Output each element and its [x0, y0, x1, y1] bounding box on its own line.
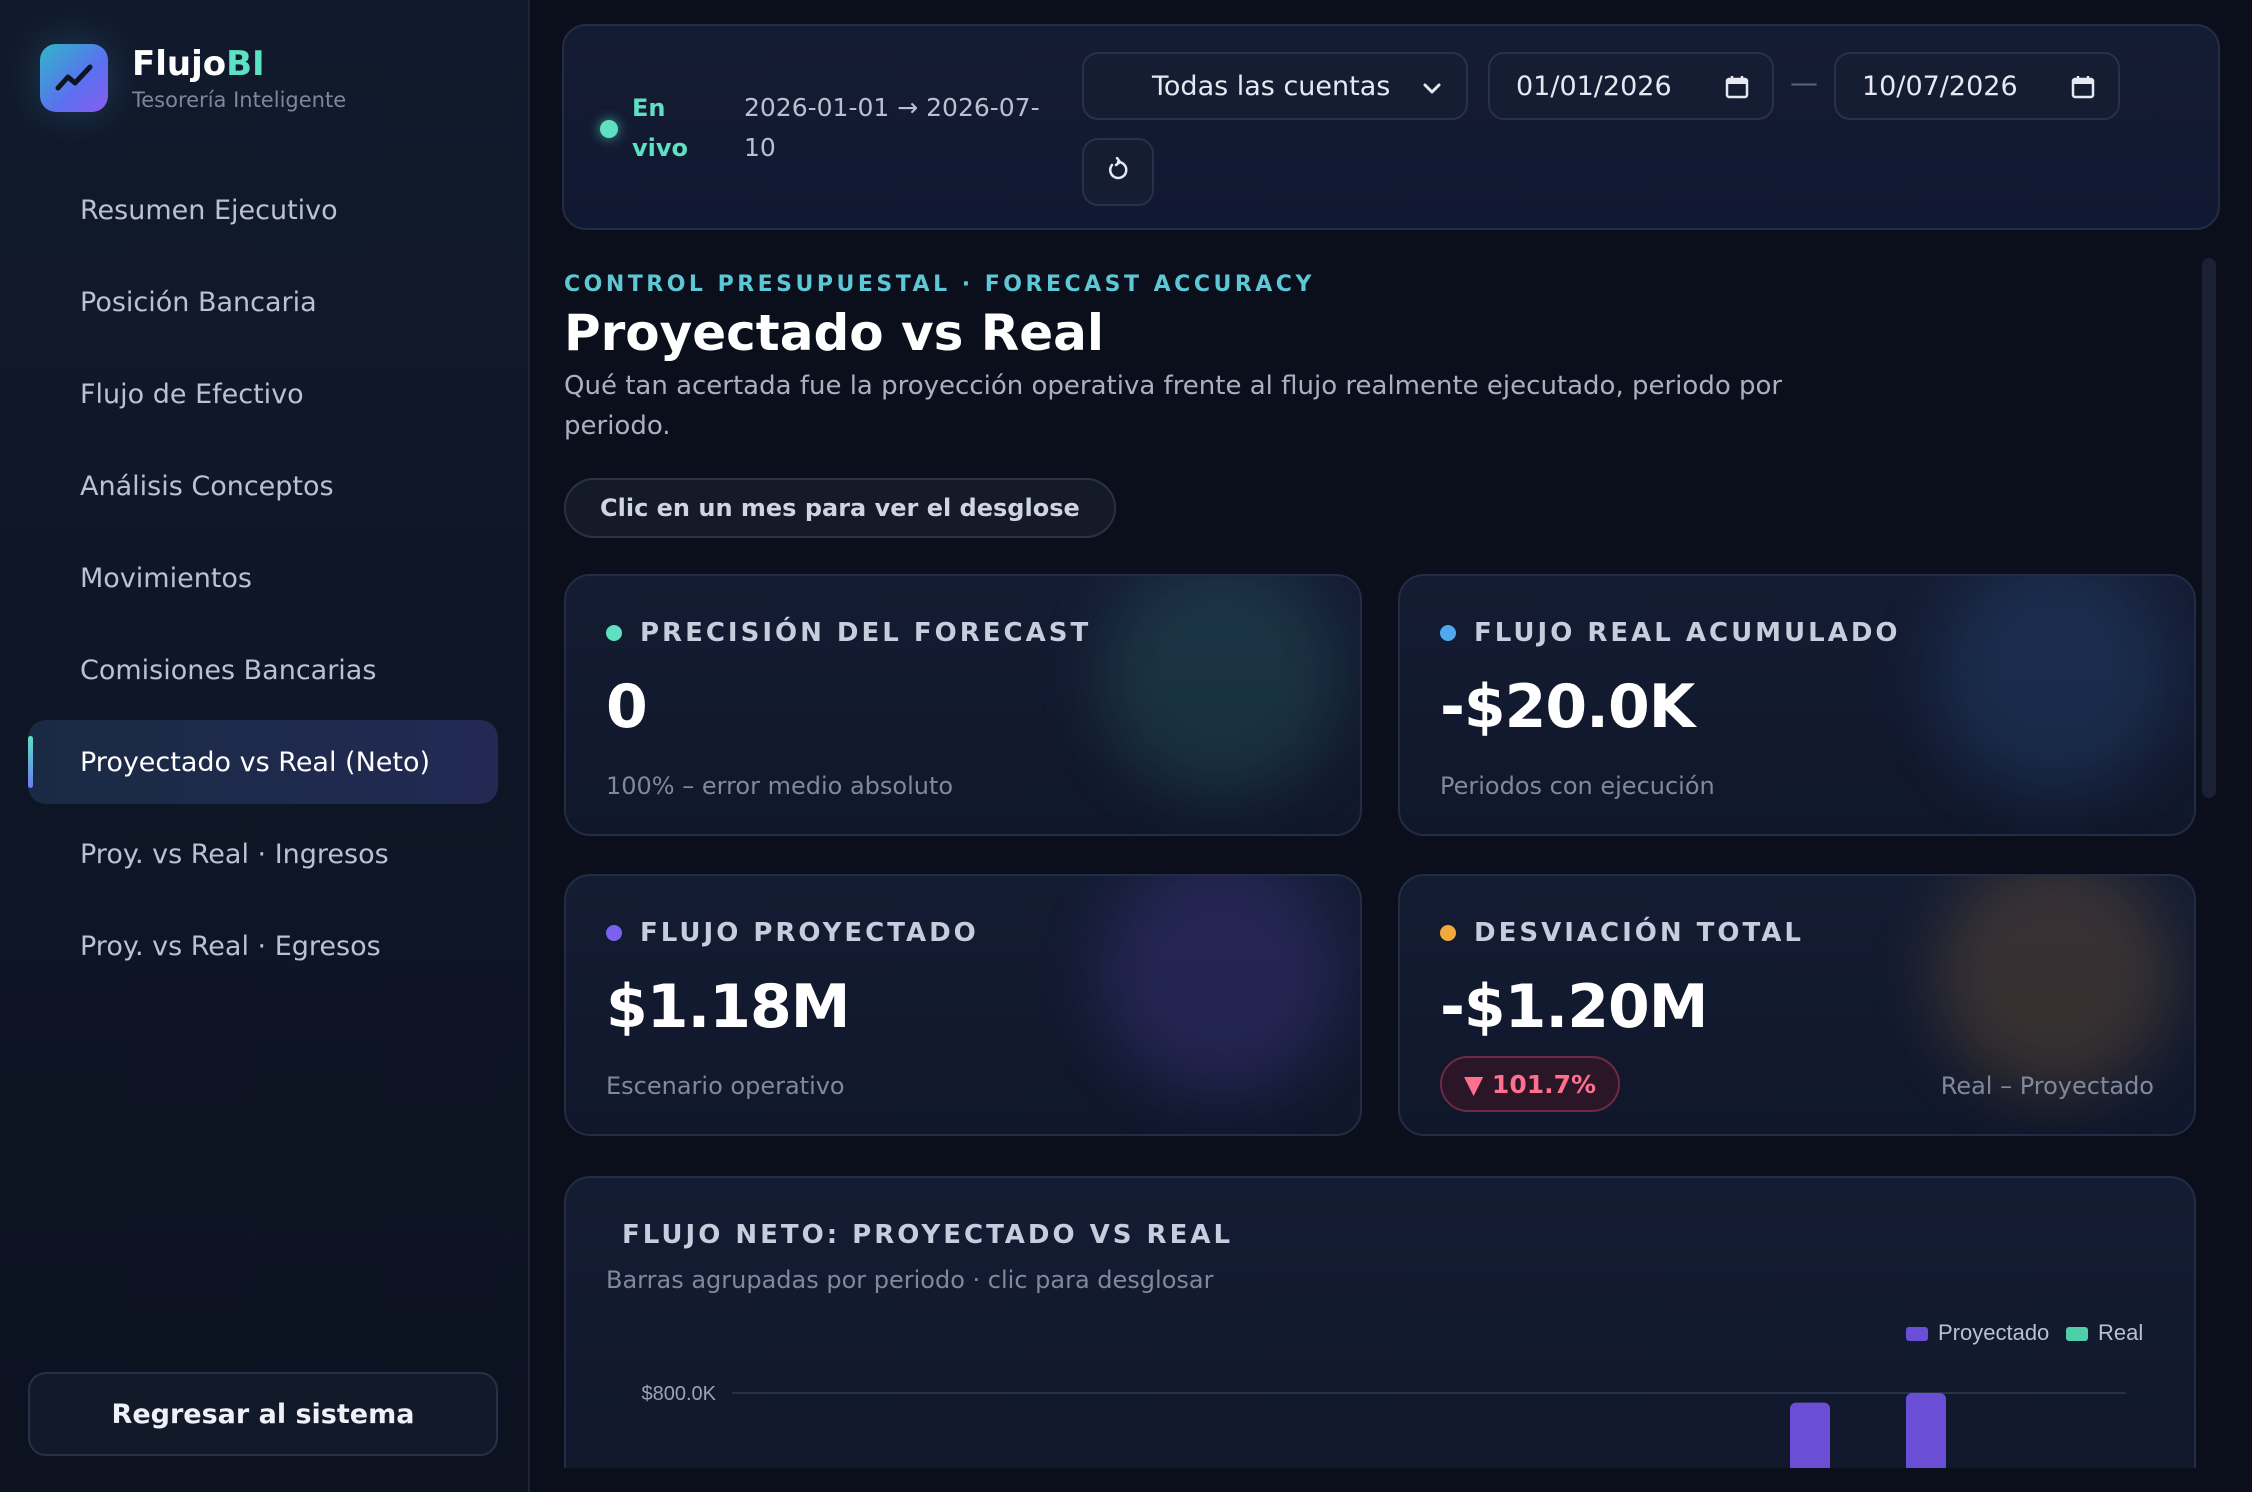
legend-label: Proyectado [1938, 1320, 2049, 1345]
kpi-value: 0 [606, 672, 648, 742]
legend-swatch [1906, 1327, 1928, 1341]
status-dot [606, 925, 622, 941]
calendar-icon[interactable] [1724, 74, 1750, 107]
kpi-label: FLUJO PROYECTADO [606, 918, 979, 948]
sidebar-item-flujo-efectivo[interactable]: Flujo de Efectivo [28, 352, 498, 436]
section-eyebrow: CONTROL PRESUPUESTAL · FORECAST ACCURACY [564, 272, 1315, 297]
sidebar-nav: Resumen Ejecutivo Posición Bancaria Fluj… [28, 168, 498, 996]
kpi-value: $1.18M [606, 972, 850, 1042]
sidebar: FlujoBI Tesorería Inteligente Resumen Ej… [0, 0, 530, 1492]
kpi-card-deviation: DESVIACIÓN TOTAL -$1.20M ▼ 101.7% Real –… [1398, 874, 2196, 1136]
page-description: Qué tan acertada fue la proyección opera… [564, 371, 1783, 441]
hint-chip: Clic en un mes para ver el desglose [564, 478, 1116, 538]
kpi-foot: 100% – error medio absoluto [606, 772, 954, 800]
account-select[interactable]: Todas las cuentas [1082, 52, 1468, 120]
sidebar-item-movimientos[interactable]: Movimientos [28, 536, 498, 620]
sidebar-item-analisis-conceptos[interactable]: Análisis Conceptos [28, 444, 498, 528]
filter-bar: En vivo 2026-01-01 → 2026-07-10 Todas la… [562, 24, 2220, 230]
sidebar-item-resumen-ejecutivo[interactable]: Resumen Ejecutivo [28, 168, 498, 252]
sidebar-item-proyectado-vs-real-neto[interactable]: Proyectado vs Real (Neto) [28, 720, 498, 804]
live-label: En vivo [632, 94, 689, 162]
account-select-value: Todas las cuentas [1152, 70, 1391, 102]
kpi-card-projected: FLUJO PROYECTADO $1.18M Escenario operat… [564, 874, 1362, 1136]
live-status-dot [600, 120, 618, 138]
kpi-card-precision: PRECISIÓN DEL FORECAST 0 100% – error me… [564, 574, 1362, 836]
page-title: Proyectado vs Real [564, 304, 1105, 362]
kpi-value: -$1.20M [1440, 972, 1708, 1042]
date-from-input[interactable]: 01/01/2026 [1488, 52, 1774, 120]
date-range-label: 2026-01-01 → 2026-07-10 [744, 93, 1040, 162]
y-tick-label: $800.0K [641, 1383, 716, 1405]
reset-button[interactable] [1082, 138, 1154, 206]
kpi-label: FLUJO REAL ACUMULADO [1440, 618, 1901, 648]
brand-name: FlujoBI [132, 44, 265, 84]
scrollbar[interactable] [2202, 258, 2216, 798]
brand: FlujoBI Tesorería Inteligente [40, 44, 346, 112]
trending-up-icon [40, 44, 108, 112]
calendar-icon[interactable] [2070, 74, 2096, 107]
sidebar-item-posicion-bancaria[interactable]: Posición Bancaria [28, 260, 498, 344]
brand-subtitle: Tesorería Inteligente [132, 88, 347, 112]
date-separator: — [1790, 66, 1818, 99]
kpi-foot: Escenario operativo [606, 1072, 845, 1100]
sidebar-item-proy-vs-real-egresos[interactable]: Proy. vs Real · Egresos [28, 904, 498, 988]
legend-label: Real [2098, 1320, 2143, 1345]
deviation-badge: ▼ 101.7% [1440, 1056, 1621, 1112]
status-dot [606, 625, 622, 641]
kpi-foot: Periodos con ejecución [1440, 772, 1715, 800]
chart-panel: FLUJO NETO: PROYECTADO VS REAL Barras ag… [564, 1176, 2196, 1492]
sidebar-item-comisiones-bancarias[interactable]: Comisiones Bancarias [28, 628, 498, 712]
reset-icon [1105, 156, 1131, 187]
sidebar-item-proy-vs-real-ingresos[interactable]: Proy. vs Real · Ingresos [28, 812, 498, 896]
kpi-value: -$20.0K [1440, 672, 1695, 742]
date-to-input[interactable]: 10/07/2026 [1834, 52, 2120, 120]
bar-chart: Proyectado Real $800.0K [641, 1320, 2143, 1492]
back-to-system-button[interactable]: Regresar al sistema [28, 1372, 498, 1456]
kpi-label: DESVIACIÓN TOTAL [1440, 918, 1804, 948]
status-dot [1440, 625, 1456, 641]
status-dot [1440, 925, 1456, 941]
date-to-value: 10/07/2026 [1862, 70, 2018, 102]
chevron-down-icon [1420, 76, 1444, 107]
kpi-label: PRECISIÓN DEL FORECAST [606, 618, 1091, 648]
legend-swatch [2066, 1327, 2088, 1341]
kpi-foot: Real – Proyectado [1940, 1072, 2154, 1100]
date-from-value: 01/01/2026 [1516, 70, 1672, 102]
kpi-card-real: FLUJO REAL ACUMULADO -$20.0K Periodos co… [1398, 574, 2196, 836]
